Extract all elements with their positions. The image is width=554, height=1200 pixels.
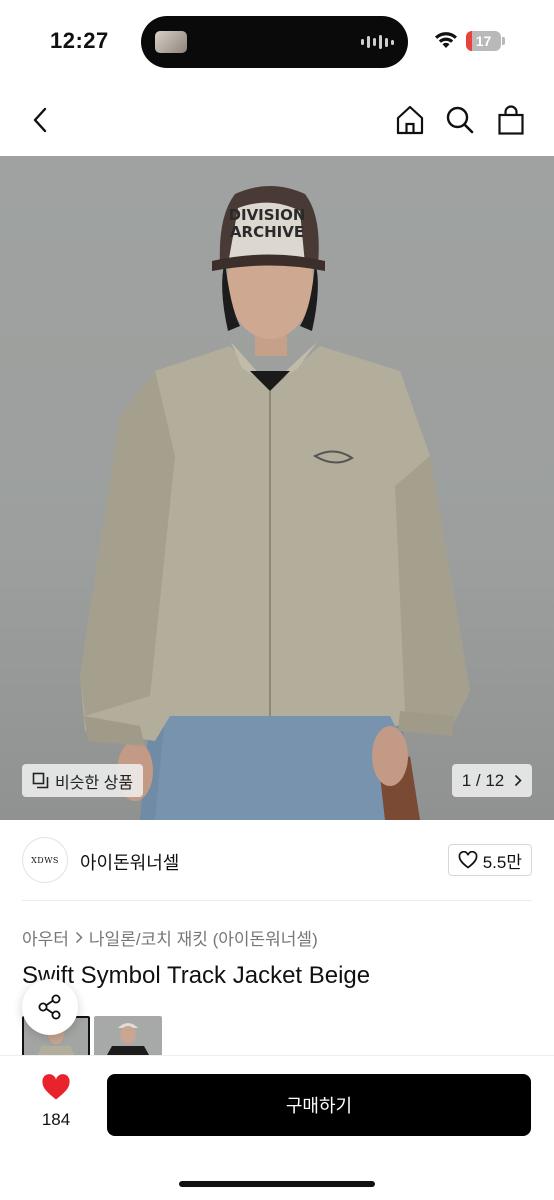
heart-outline-icon <box>458 851 478 869</box>
divider <box>22 900 532 901</box>
audio-wave-icon <box>361 34 394 50</box>
home-indicator <box>179 1181 375 1187</box>
breadcrumb-subcategory[interactable]: 나일론/코치 재킷 (아이돈워너셀) <box>89 925 318 950</box>
shop-logo-text: XDWS <box>31 855 59 865</box>
back-button[interactable] <box>20 100 60 140</box>
shop-logo[interactable]: XDWS <box>22 837 68 883</box>
top-nav <box>0 84 554 156</box>
page-counter-text: 1 / 12 <box>461 770 505 790</box>
shop-like-button[interactable]: 5.5만 <box>447 844 532 876</box>
image-page-counter[interactable]: 1 / 12 <box>452 764 532 797</box>
breadcrumb: 아우터 나일론/코치 재킷 (아이돈워너셀) <box>22 925 318 950</box>
shop-name[interactable]: 아이돈워너셀 <box>80 849 179 875</box>
search-icon <box>446 106 474 134</box>
product-photo: DIVISION ARCHIVE <box>80 186 470 820</box>
shop-like-count: 5.5만 <box>482 852 522 872</box>
copy-icon <box>32 772 49 789</box>
search-button[interactable] <box>440 100 480 140</box>
battery-icon: 17 <box>466 31 501 51</box>
shopping-bag-icon <box>498 105 524 135</box>
buy-button[interactable]: 구매하기 <box>107 1074 531 1136</box>
cap-logo-text: DIVISION ARCHIVE <box>229 206 306 241</box>
chevron-right-icon <box>515 774 522 787</box>
wifi-icon <box>435 32 457 48</box>
chevron-right-icon <box>75 931 83 944</box>
dynamic-island <box>141 16 408 68</box>
share-icon <box>38 994 61 1020</box>
battery-percent: 17 <box>475 33 492 49</box>
cart-button[interactable] <box>491 100 531 140</box>
now-playing-thumbnail <box>155 31 187 53</box>
similar-products-button[interactable]: 비슷한 상품 <box>22 764 144 797</box>
status-bar: 12:27 17 <box>0 0 554 84</box>
wishlist-button[interactable]: 184 <box>30 1074 82 1130</box>
share-button[interactable] <box>22 979 78 1035</box>
shop-info: XDWS 아이돈워너셀 5.5만 <box>22 837 532 883</box>
product-image-carousel[interactable]: DIVISION ARCHIVE 비슷한 상품 1 / 12 <box>0 156 554 820</box>
battery-terminal <box>502 37 505 45</box>
product-title: Swift Symbol Track Jacket Beige <box>22 962 371 989</box>
breadcrumb-category[interactable]: 아우터 <box>22 925 69 950</box>
similar-products-label: 비슷한 상품 <box>55 774 134 792</box>
wishlist-count: 184 <box>41 1110 71 1129</box>
status-time: 12:27 <box>50 28 109 53</box>
heart-filled-icon <box>42 1074 70 1100</box>
chevron-left-icon <box>33 107 47 133</box>
home-button[interactable] <box>390 100 430 140</box>
bottom-action-bar: 184 구매하기 <box>0 1055 554 1200</box>
home-icon <box>396 105 424 135</box>
